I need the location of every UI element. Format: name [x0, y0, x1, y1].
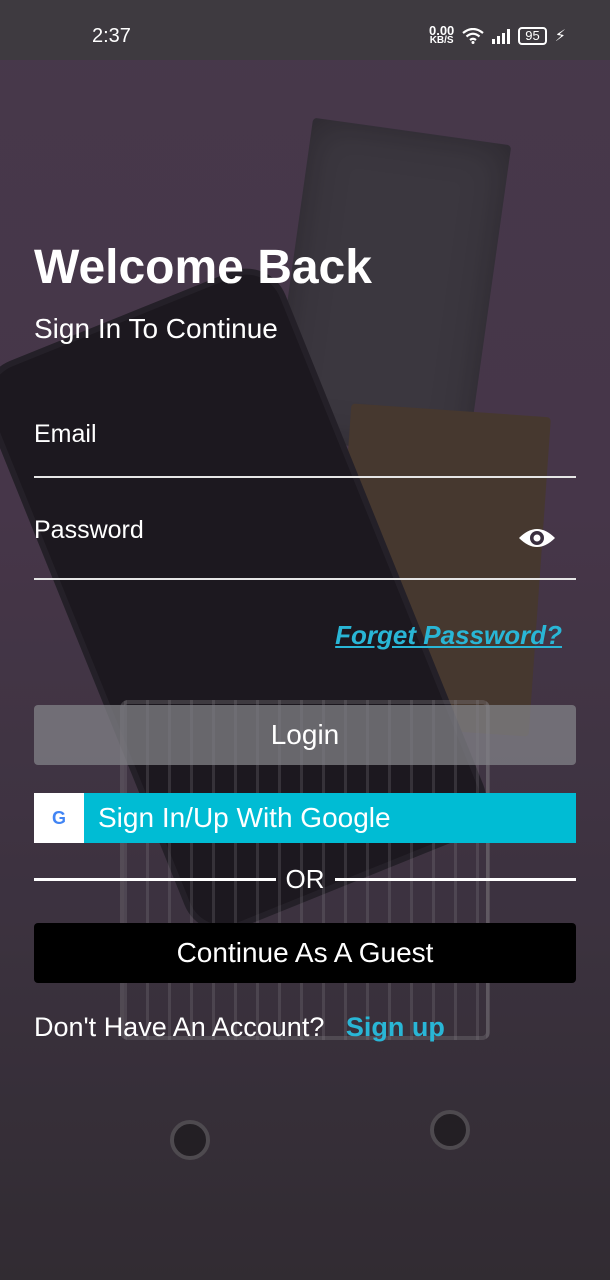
status-bar: 2:37 0.00 KB/S 95 ⚡ — [0, 0, 610, 60]
status-time: 2:37 — [92, 25, 131, 47]
password-field[interactable]: Password — [34, 516, 576, 580]
page-title: Welcome Back — [34, 241, 372, 294]
signup-prompt-text: Don't Have An Account? — [34, 1012, 325, 1042]
password-label: Password — [34, 516, 144, 544]
or-label: OR — [285, 863, 325, 894]
email-field[interactable]: Email — [34, 420, 576, 478]
forgot-password-link[interactable]: Forget Password? — [335, 620, 562, 651]
signal-icon — [492, 28, 511, 44]
signup-link[interactable]: Sign up — [346, 1012, 445, 1042]
or-divider: OR — [34, 862, 576, 896]
signup-prompt: Don't Have An Account? Sign up — [34, 1012, 445, 1043]
google-signin-button[interactable]: G Sign In/Up With Google — [34, 793, 576, 843]
battery-icon: 95 — [518, 27, 547, 45]
network-speed: 0.00 KB/S — [428, 23, 455, 46]
google-icon: G — [34, 793, 84, 843]
wifi-icon — [462, 28, 484, 44]
status-icons: 0.00 KB/S 95 ⚡ — [428, 23, 566, 46]
google-signin-label: Sign In/Up With Google — [98, 802, 391, 833]
eye-icon[interactable] — [518, 524, 556, 552]
charging-icon: ⚡ — [554, 28, 566, 45]
login-button[interactable]: Login — [34, 705, 576, 765]
page-subtitle: Sign In To Continue — [34, 313, 278, 344]
continue-as-guest-button[interactable]: Continue As A Guest — [34, 923, 576, 983]
email-label: Email — [34, 420, 97, 448]
